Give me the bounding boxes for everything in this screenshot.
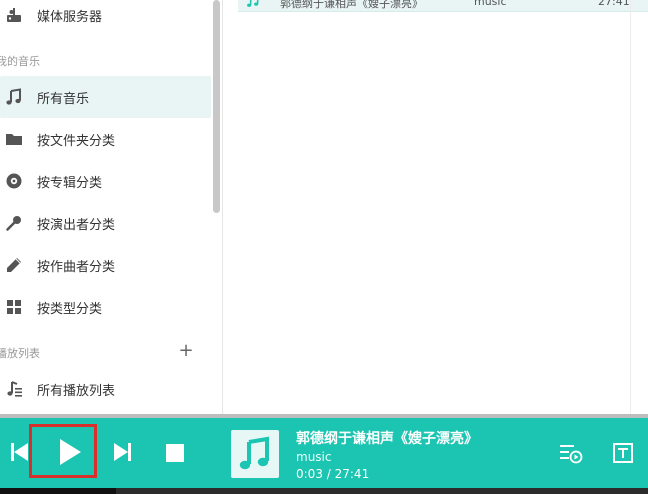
sidebar-item-label: 按专辑分类 <box>37 175 103 191</box>
sidebar-item-label: 所有播放列表 <box>37 383 116 399</box>
stop-button[interactable] <box>162 442 188 468</box>
my-music-header: 我的音乐 <box>0 55 40 68</box>
music-note-icon <box>237 435 273 477</box>
next-button[interactable] <box>110 440 136 468</box>
pencil-icon <box>4 255 24 275</box>
sidebar-item-by-album[interactable]: 按专辑分类 <box>0 160 211 202</box>
next-icon <box>112 441 134 467</box>
taskbar-strip <box>0 488 648 494</box>
sidebar-item-label: 媒体服务器 <box>37 9 103 25</box>
play-button-highlight <box>29 424 97 478</box>
track-list: 郭德纲于谦相声《嫂子漂亮》 music 27:41 <box>224 0 648 414</box>
sidebar-item-media-server[interactable]: 媒体服务器 <box>0 0 211 36</box>
add-playlist-button[interactable]: + <box>178 342 194 360</box>
sidebar-item-by-folder[interactable]: 按文件夹分类 <box>0 118 211 160</box>
queue-icon <box>559 442 583 468</box>
sidebar-item-by-composer[interactable]: 按作曲者分类 <box>0 244 211 286</box>
track-artist-cell: music <box>474 0 507 8</box>
sidebar-item-label: 按作曲者分类 <box>37 259 116 275</box>
sidebar-item-by-genre[interactable]: 按类型分类 <box>0 286 211 328</box>
sidebar-scrollbar[interactable] <box>213 0 220 213</box>
now-playing-time: 0:03 / 27:41 <box>296 467 370 481</box>
album-cover[interactable] <box>231 430 279 478</box>
genre-grid-icon <box>4 297 24 317</box>
previous-icon <box>8 441 30 467</box>
sidebar-item-label: 按文件夹分类 <box>37 133 116 149</box>
lyrics-button[interactable] <box>610 442 636 468</box>
sidebar-item-all-playlists[interactable]: 所有播放列表 <box>0 368 211 410</box>
sidebar-item-by-artist[interactable]: 按演出者分类 <box>0 202 211 244</box>
sidebar-item-label: 按演出者分类 <box>37 217 116 233</box>
microphone-icon <box>4 213 24 233</box>
stop-icon <box>166 444 184 466</box>
track-time-cell: 27:41 <box>598 0 630 8</box>
sidebar: 媒体服务器 我的音乐 所有音乐 按文件夹分类 按专辑分类 按演出者分类 按作曲者… <box>0 0 223 414</box>
now-playing-title: 郭德纲于谦相声《嫂子漂亮》 <box>296 431 478 447</box>
folder-icon <box>4 129 24 149</box>
playlists-header: 播放列表 <box>0 347 40 360</box>
lyrics-icon <box>612 442 634 468</box>
column-divider <box>630 0 631 414</box>
album-disc-icon <box>4 171 24 191</box>
music-note-icon <box>4 87 24 107</box>
playlist-icon <box>4 379 24 399</box>
sidebar-item-label: 按类型分类 <box>37 301 103 317</box>
sidebar-item-all-music[interactable]: 所有音乐 <box>0 76 211 118</box>
media-server-icon <box>4 5 24 25</box>
sidebar-item-label: 所有音乐 <box>37 91 90 107</box>
music-note-icon <box>246 0 260 11</box>
table-row[interactable]: 郭德纲于谦相声《嫂子漂亮》 music 27:41 <box>238 0 648 12</box>
now-playing-artist: music <box>296 450 332 464</box>
queue-button[interactable] <box>557 442 585 468</box>
track-title-cell: 郭德纲于谦相声《嫂子漂亮》 <box>280 0 423 10</box>
